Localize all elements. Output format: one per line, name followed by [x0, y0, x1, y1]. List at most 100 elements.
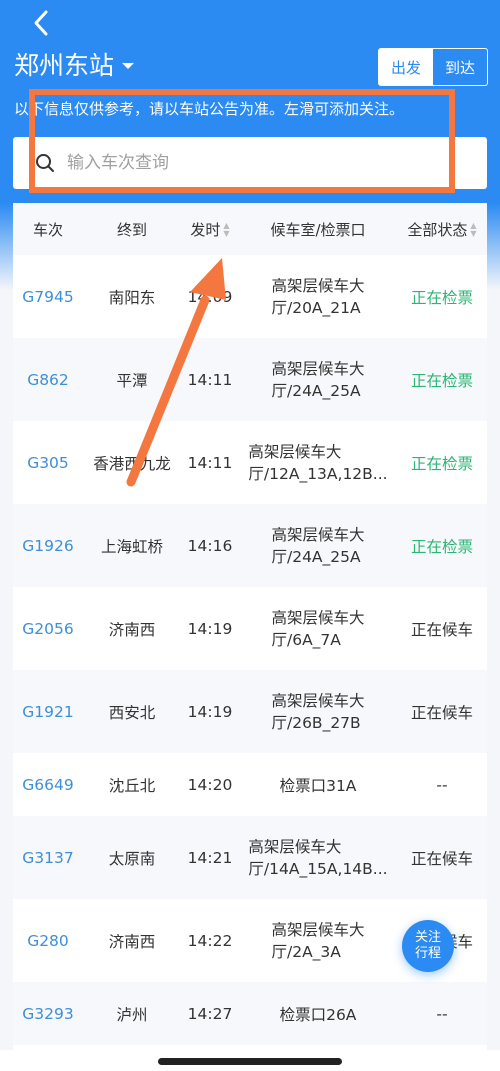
hall-text: 高架层候车大 厅/20A_21A: [271, 275, 364, 319]
home-indicator[interactable]: [158, 1058, 342, 1065]
departure-time: 14:09: [187, 287, 233, 306]
fab-line2: 行程: [414, 946, 441, 961]
destination: 上海虹桥: [100, 537, 163, 556]
waiting-hall: 高架层候车大 厅/6A_7A: [239, 607, 397, 651]
train-number: G862: [27, 370, 69, 389]
hall-line1: 高架层候车大: [271, 359, 365, 378]
hall-text: 高架层候车大 厅/6A_7A: [271, 607, 364, 651]
train-number: G305: [27, 453, 69, 472]
follow-trip-button[interactable]: 关注 行程: [402, 920, 454, 972]
hall-line1: 检票口26A: [279, 1005, 357, 1024]
train-number: G6649: [22, 775, 74, 794]
hall-line2: 厅/24A_25A: [271, 547, 361, 566]
hall-text: 高架层候车大厅/12A_13A,12B...: [248, 441, 387, 485]
departure-time: 14:11: [187, 370, 233, 389]
table-row[interactable]: G305 香港西九龙 14:11 高架层候车大 厅/12A_13A,12B... 正在检票: [13, 421, 487, 504]
col-train: 车次: [32, 220, 63, 239]
train-number: G1926: [22, 536, 74, 555]
waiting-hall: 高架层候车大厅/14A_15A,14B...: [239, 836, 397, 880]
hall-line2: 厅/14A_15A,14B...: [248, 859, 388, 878]
hall-line2: 厅/20A_21A: [271, 298, 361, 317]
hall-line2: 厅/26B_27B: [271, 713, 361, 732]
departure-time: 14:21: [187, 848, 233, 867]
hall-text: 高架层候车大 厅/2A_3A: [271, 919, 364, 963]
hall-line1: 高架层候车大: [271, 525, 365, 544]
hall-line1: 高架层候车大: [271, 608, 365, 627]
col-time-sort[interactable]: 发时 ▲ ▼: [181, 219, 239, 240]
table-row[interactable]: G1921 西安北 14:19 高架层候车大 厅/26B_27B 正在候车: [13, 670, 487, 753]
waiting-hall: 高架层候车大 厅/2A_3A: [239, 919, 397, 963]
waiting-hall: 高架层候车大厅/12A_13A,12B...: [239, 441, 397, 485]
hall-line1: 高架层候车大: [248, 442, 342, 461]
hall-line2: 厅/2A_3A: [271, 942, 341, 961]
status: 正在检票: [410, 371, 473, 390]
hall-line1: 高架层候车大: [271, 691, 365, 710]
table-row[interactable]: G6649 沈丘北 14:20 检票口31A --: [13, 753, 487, 816]
hall-line1: 高架层候车大: [248, 837, 342, 856]
waiting-hall: 检票口26A: [239, 1003, 397, 1025]
col-status-filter[interactable]: 全部状态 ▲ ▼: [397, 219, 487, 240]
notice-text: 以下信息仅供参考，请以车站公告为准。左滑可添加关注。: [14, 100, 405, 118]
col-time-label: 发时: [190, 220, 221, 239]
hall-line1: 检票口31A: [279, 776, 357, 795]
hall-text: 高架层候车大 厅/24A_25A: [271, 358, 364, 402]
hall-text: 高架层候车大 厅/24A_25A: [271, 524, 364, 568]
col-destination: 终到: [116, 220, 147, 239]
departure-time: 14:27: [187, 1004, 233, 1023]
departure-time: 14:11: [187, 453, 233, 472]
sort-icon: ▲ ▼: [223, 221, 230, 238]
fab-line1: 关注: [414, 930, 441, 945]
hall-line2: 厅/12A_13A,12B...: [248, 464, 388, 483]
col-status-label: 全部状态: [407, 220, 468, 239]
destination: 泸州: [116, 1005, 148, 1024]
chevron-left-icon: [34, 10, 48, 36]
tab-departure[interactable]: 出发: [379, 49, 433, 85]
table-row[interactable]: G2056 济南西 14:19 高架层候车大 厅/6A_7A 正在候车: [13, 587, 487, 670]
status: --: [436, 1004, 448, 1023]
waiting-hall: 高架层候车大 厅/24A_25A: [239, 524, 397, 568]
departure-time: 14:19: [187, 619, 233, 638]
hall-line2: 厅/24A_25A: [271, 381, 361, 400]
status: 正在检票: [410, 288, 473, 307]
direction-toggle[interactable]: 出发 到达: [378, 48, 488, 86]
filter-caret-icon: ▲ ▼: [470, 221, 477, 238]
train-number: G3293: [22, 1004, 74, 1023]
waiting-hall: 高架层候车大 厅/20A_21A: [239, 275, 397, 319]
tab-arrival[interactable]: 到达: [433, 49, 487, 85]
status: 正在检票: [410, 537, 473, 556]
search-input[interactable]: [65, 152, 449, 174]
destination: 济南西: [108, 620, 156, 639]
station-name: 郑州东站: [14, 51, 115, 80]
train-number: G3137: [22, 848, 74, 867]
destination: 西安北: [108, 703, 156, 722]
destination: 香港西九龙: [93, 454, 171, 473]
waiting-hall: 高架层候车大 厅/24A_25A: [239, 358, 397, 402]
train-number: G280: [27, 931, 69, 950]
hall-text: 高架层候车大 厅/26B_27B: [271, 690, 364, 734]
table-row[interactable]: G3293 泸州 14:27 检票口26A --: [13, 982, 487, 1045]
destination: 太原南: [108, 849, 156, 868]
hall-line2: 厅/6A_7A: [271, 630, 341, 649]
hall-line1: 高架层候车大: [271, 920, 365, 939]
search-bar[interactable]: [13, 137, 487, 189]
col-hall: 候车室/检票口: [270, 220, 366, 239]
train-number: G1921: [22, 702, 74, 721]
table-row[interactable]: G7945 南阳东 14:09 高架层候车大 厅/20A_21A 正在检票: [13, 255, 487, 338]
status: 正在候车: [410, 849, 473, 868]
table-row[interactable]: G862 平潭 14:11 高架层候车大 厅/24A_25A 正在检票: [13, 338, 487, 421]
status: 正在候车: [410, 703, 473, 722]
table-row[interactable]: G1926 上海虹桥 14:16 高架层候车大 厅/24A_25A 正在检票: [13, 504, 487, 587]
status: --: [436, 775, 448, 794]
departure-time: 14:20: [187, 775, 233, 794]
destination: 沈丘北: [108, 776, 156, 795]
station-selector[interactable]: 郑州东站: [14, 46, 135, 82]
back-button[interactable]: [30, 6, 60, 40]
table-header: 车次 终到 发时 ▲ ▼ 候车室/检票口 全部状态 ▲ ▼: [13, 203, 487, 255]
departure-time: 14:19: [187, 702, 233, 721]
waiting-hall: 高架层候车大 厅/26B_27B: [239, 690, 397, 734]
caret-down-icon: [122, 63, 135, 69]
train-number: G2056: [22, 619, 74, 638]
table-row[interactable]: G3137 太原南 14:21 高架层候车大厅/14A_15A,14B... 正在候车: [13, 816, 487, 899]
destination: 济南西: [108, 932, 156, 951]
status: 正在候车: [410, 620, 473, 639]
